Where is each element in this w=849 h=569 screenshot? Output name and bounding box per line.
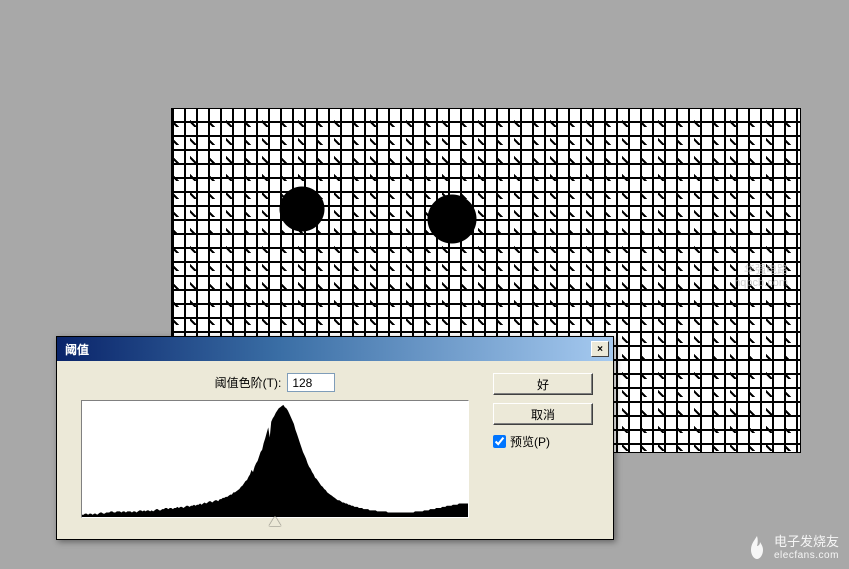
close-button[interactable]: × — [591, 341, 609, 357]
watermark-elecfans: 电子发烧友 elecfans.com — [746, 535, 839, 561]
histogram-chart — [82, 401, 468, 517]
watermark-dz-main: 电子发烧友 — [774, 535, 839, 549]
dialog-title: 阈值 — [65, 341, 89, 358]
cancel-button[interactable]: 取消 — [493, 403, 593, 425]
watermark-dz-sub: elecfans.com — [774, 550, 839, 561]
threshold-label: 阈值色阶(T): — [215, 374, 282, 391]
slider-thumb-icon[interactable] — [269, 516, 281, 526]
close-icon: × — [597, 344, 603, 355]
threshold-field-row: 阈值色阶(T): — [71, 373, 479, 392]
dialog-right-column: 好 取消 预览(P) — [479, 371, 599, 532]
watermark-hq-line2: hqpcb.com — [734, 277, 788, 290]
watermark-hqpcb: 华强电路 hqpcb.com — [734, 264, 788, 290]
ok-button[interactable]: 好 — [493, 373, 593, 395]
preview-checkbox[interactable] — [493, 435, 506, 448]
threshold-slider[interactable] — [81, 518, 469, 532]
threshold-dialog: 阈值 × 阈值色阶(T): 好 取消 预览(P) — [56, 336, 614, 540]
threshold-input[interactable] — [287, 373, 335, 392]
preview-checkbox-row[interactable]: 预览(P) — [493, 433, 599, 450]
dialog-left-column: 阈值色阶(T): — [71, 371, 479, 532]
dialog-body: 阈值色阶(T): 好 取消 预览(P) — [57, 361, 613, 542]
flame-icon — [746, 535, 768, 561]
watermark-hq-line1: 华强电路 — [734, 264, 788, 277]
histogram — [81, 400, 469, 518]
preview-label: 预览(P) — [510, 433, 550, 450]
dialog-titlebar[interactable]: 阈值 × — [57, 337, 613, 361]
